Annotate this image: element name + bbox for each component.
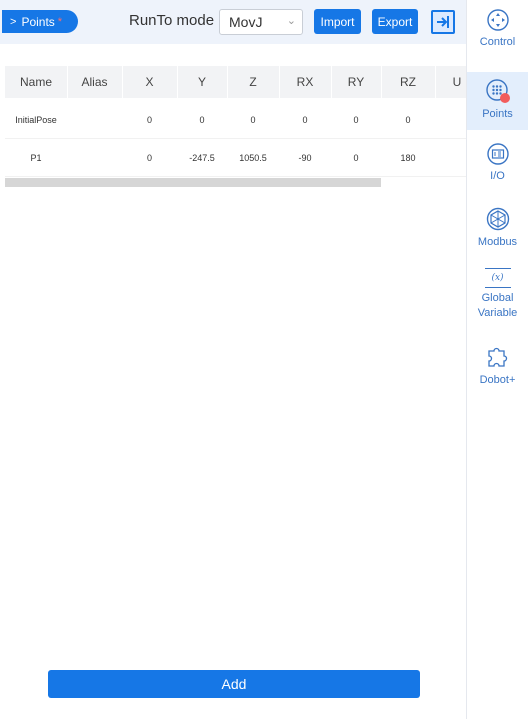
points-icon — [485, 79, 510, 103]
cell-y: 0 — [199, 115, 205, 125]
runto-mode-label: RunTo mode — [129, 12, 215, 29]
col-rz: RZ — [400, 75, 416, 89]
notification-dot — [499, 93, 510, 103]
puzzle-icon — [487, 347, 507, 367]
sidebar-item-modbus[interactable]: Modbus — [467, 206, 528, 264]
cell-alias — [67, 101, 122, 139]
sidebar-item-label: Dobot+ — [479, 374, 516, 386]
chevron-down-icon: ⌄ — [286, 15, 296, 27]
modbus-icon — [486, 207, 509, 231]
chevron-right-icon: > — [10, 15, 17, 28]
cell-name: InitialPose — [15, 115, 57, 125]
points-table: Name Alias X Y Z RX RY RZ U InitialPose … — [5, 66, 466, 188]
sidebar-item-label: Control — [479, 36, 516, 48]
import-button[interactable]: Import — [314, 9, 361, 34]
export-button[interactable]: Export — [372, 9, 418, 34]
add-point-button[interactable]: Add — [48, 670, 420, 698]
col-rx: RX — [296, 75, 314, 89]
sidebar: Control Points I/O Modbus (x) Global Var… — [466, 0, 528, 719]
cell-z: 1050.5 — [239, 153, 267, 163]
toolbar: > Points * RunTo mode MovJ ⌄ Import Expo… — [0, 0, 466, 44]
sidebar-item-label: Points — [482, 108, 513, 120]
cell-rz: 180 — [400, 153, 416, 163]
sidebar-item-label: Modbus — [477, 236, 518, 248]
col-y: Y — [197, 75, 206, 89]
table-header: Name Alias X Y Z RX RY RZ U — [5, 66, 466, 98]
runto-mode-select[interactable]: MovJ ⌄ — [219, 9, 303, 35]
horizontal-scrollbar[interactable] — [5, 178, 381, 187]
sidebar-item-points[interactable]: Points — [467, 72, 528, 130]
sidebar-item-global-variable[interactable]: (x) Global Variable — [467, 268, 528, 334]
collapse-panel-button[interactable] — [431, 10, 455, 34]
runto-mode-value: MovJ — [229, 14, 263, 30]
sidebar-item-label: I/O — [490, 170, 505, 182]
col-u: U — [452, 75, 462, 89]
sidebar-item-dobot-plus[interactable]: Dobot+ — [467, 342, 528, 390]
cell-alias — [67, 139, 122, 177]
points-tab-label: Points — [21, 14, 55, 29]
io-icon — [486, 143, 509, 165]
global-variable-icon: (x) — [484, 268, 511, 288]
cell-rx: 0 — [302, 115, 308, 125]
cell-z: 0 — [250, 115, 256, 125]
col-z: Z — [249, 75, 257, 89]
cell-x: 0 — [146, 153, 152, 163]
cell-name: P1 — [30, 153, 42, 163]
sidebar-item-io[interactable]: I/O — [467, 142, 528, 198]
sidebar-item-label: Global Variable — [477, 292, 518, 319]
table-row[interactable]: P1 0 -247.5 1050.5 -90 0 180 — [5, 139, 466, 177]
col-ry: RY — [347, 75, 365, 89]
modified-marker: * — [57, 15, 63, 28]
points-tab-button[interactable]: > Points * — [2, 10, 78, 33]
control-icon — [486, 9, 509, 31]
cell-ry: 0 — [353, 115, 359, 125]
col-alias: Alias — [81, 75, 108, 89]
sidebar-item-control[interactable]: Control — [467, 8, 528, 66]
cell-x: 0 — [146, 115, 152, 125]
table-row[interactable]: InitialPose 0 0 0 0 0 0 — [5, 101, 466, 139]
cell-y: -247.5 — [189, 153, 215, 163]
cell-rx: -90 — [298, 153, 312, 163]
col-name: Name — [19, 75, 52, 89]
cell-ry: 0 — [353, 153, 359, 163]
col-x: X — [145, 75, 154, 89]
cell-rz: 0 — [405, 115, 411, 125]
panel-exit-icon — [437, 16, 449, 28]
